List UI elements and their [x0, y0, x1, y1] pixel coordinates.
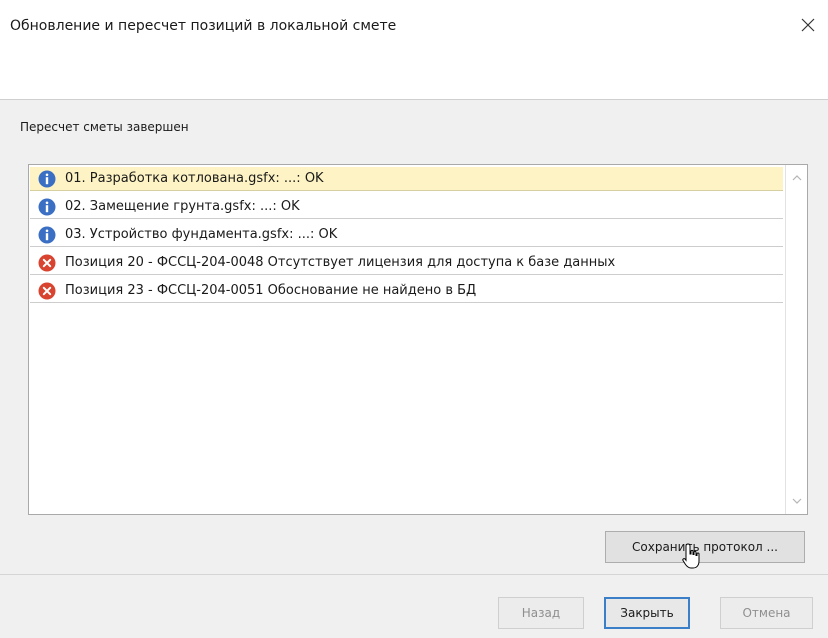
back-button[interactable]: Назад: [498, 597, 584, 629]
close-button[interactable]: Закрыть: [604, 597, 690, 629]
log-row-text: Позиция 23 - ФССЦ-204-0051 Обоснование н…: [65, 283, 477, 298]
status-label: Пересчет сметы завершен: [20, 120, 189, 134]
log-row[interactable]: 01. Разработка котлована.gsfx: ...: OK: [30, 167, 783, 191]
log-list: 01. Разработка котлована.gsfx: ...: OK 02…: [30, 167, 783, 307]
log-row-text: 01. Разработка котлована.gsfx: ...: OK: [65, 171, 324, 186]
scroll-down-icon[interactable]: [790, 494, 804, 508]
log-row[interactable]: Позиция 20 - ФССЦ-204-0048 Отсутствует л…: [30, 251, 783, 275]
vertical-scrollbar[interactable]: [785, 165, 807, 514]
log-list-box[interactable]: 01. Разработка котлована.gsfx: ...: OK 02…: [28, 164, 808, 515]
scroll-up-icon[interactable]: [790, 171, 804, 185]
error-icon: [38, 254, 56, 271]
info-icon: [38, 170, 56, 187]
info-icon: [38, 198, 56, 215]
info-icon: [38, 226, 56, 243]
cancel-button[interactable]: Отмена: [720, 597, 813, 629]
close-window-button[interactable]: [788, 8, 828, 42]
error-icon: [38, 282, 56, 299]
title-bar: Обновление и пересчет позиций в локально…: [0, 0, 828, 100]
log-row[interactable]: 02. Замещение грунта.gsfx: ...: OK: [30, 195, 783, 219]
log-row-text: 02. Замещение грунта.gsfx: ...: OK: [65, 199, 300, 214]
save-protocol-button[interactable]: Сохранить протокол ...: [605, 531, 805, 563]
recalc-dialog: Обновление и пересчет позиций в локально…: [0, 0, 828, 638]
dialog-footer: Назад Закрыть Отмена: [0, 574, 828, 638]
mouse-cursor-icon: [682, 543, 700, 569]
log-row-text: 03. Устройство фундамента.gsfx: ...: OK: [65, 227, 338, 242]
dialog-body: Пересчет сметы завершен 01. Разработка к…: [0, 100, 828, 574]
log-row[interactable]: 03. Устройство фундамента.gsfx: ...: OK: [30, 223, 783, 247]
log-row-text: Позиция 20 - ФССЦ-204-0048 Отсутствует л…: [65, 255, 616, 270]
log-row[interactable]: Позиция 23 - ФССЦ-204-0051 Обоснование н…: [30, 279, 783, 303]
dialog-title: Обновление и пересчет позиций в локально…: [10, 18, 397, 34]
close-icon: [801, 18, 815, 32]
